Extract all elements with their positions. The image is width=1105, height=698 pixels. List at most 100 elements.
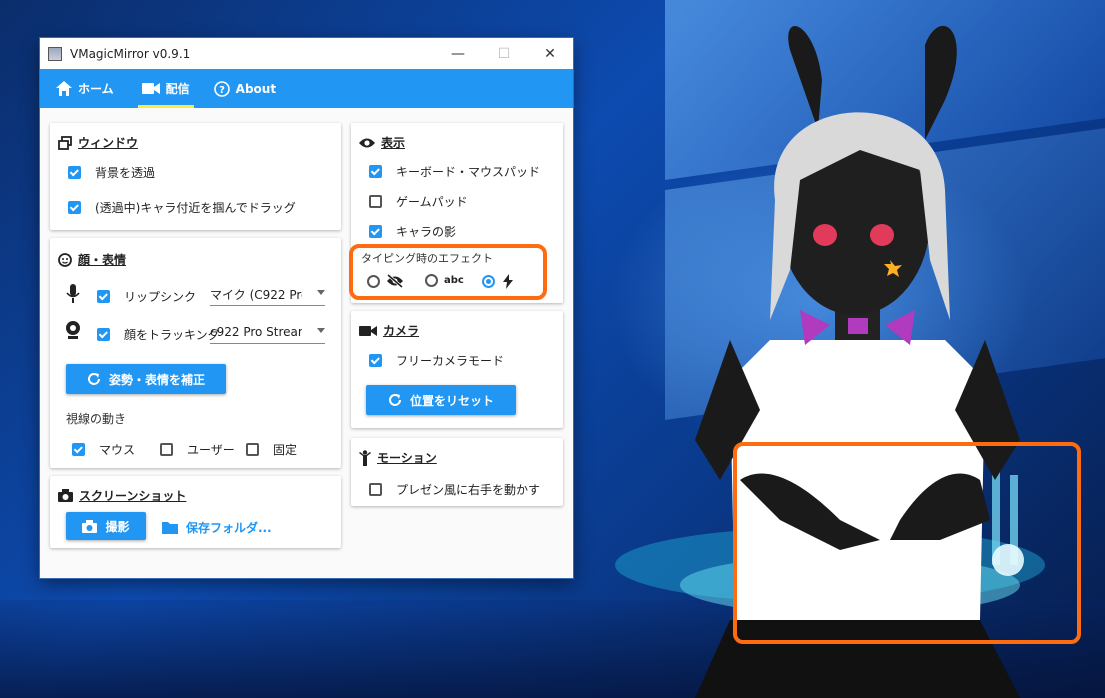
checkbox[interactable]: [369, 225, 382, 238]
checkbox-label: プレゼン風に右手を動かす: [396, 483, 541, 497]
checkbox[interactable]: [369, 195, 382, 208]
window-title: VMagicMirror v0.9.1: [70, 46, 191, 61]
checkbox[interactable]: [97, 290, 110, 303]
person-raise-hand-icon: [359, 449, 371, 466]
card-title: 顔・表情: [78, 253, 127, 267]
card-header: スクリーンショット: [58, 487, 186, 504]
card-title: ウィンドウ: [78, 136, 139, 150]
checkbox-label: ゲームパッド: [396, 195, 468, 209]
checkbox[interactable]: [246, 443, 259, 456]
tab-streaming[interactable]: 配信: [132, 69, 200, 108]
app-window: VMagicMirror v0.9.1 — ☐ ✕ ホーム 配信 ? About…: [40, 38, 573, 578]
calibrate-button[interactable]: 姿勢・表情を補正: [66, 364, 226, 394]
keyboard-mousepad-option[interactable]: キーボード・マウスパッド: [369, 163, 540, 180]
transparent-background-option[interactable]: 背景を透過: [68, 164, 155, 181]
typing-effect-highlight: [349, 244, 547, 300]
refresh-icon: [88, 373, 100, 385]
checkbox-label: (透過中)キャラ付近を掴んでドラッグ: [95, 201, 296, 215]
checkbox[interactable]: [160, 443, 173, 456]
microphone-select[interactable]: マイク (C922 Pro Stream: [210, 283, 325, 306]
card-title: カメラ: [383, 324, 420, 338]
svg-text:?: ?: [219, 85, 225, 96]
maximize-button[interactable]: ☐: [481, 38, 527, 69]
free-camera-option[interactable]: フリーカメラモード: [369, 352, 504, 369]
gaze-mouse-option[interactable]: マウス: [72, 441, 135, 458]
motion-card: モーション プレゼン風に右手を動かす: [351, 438, 563, 506]
button-label: 撮影: [105, 519, 130, 534]
camera-select[interactable]: c922 Pro Stream: [210, 321, 325, 344]
selected-value: c922 Pro Stream: [210, 325, 302, 339]
checkbox-label: 固定: [273, 443, 298, 457]
gamepad-option[interactable]: ゲームパッド: [369, 193, 468, 210]
open-save-folder-link[interactable]: 保存フォルダ...: [162, 519, 272, 536]
button-label: 位置をリセット: [409, 393, 494, 408]
tab-label: ホーム: [78, 82, 114, 96]
take-screenshot-button[interactable]: 撮影: [66, 512, 146, 540]
window-restore-icon: [58, 135, 72, 150]
character-shadow-option[interactable]: キャラの影: [369, 223, 456, 240]
gaze-fixed-option[interactable]: 固定: [246, 441, 297, 458]
presentation-hand-option[interactable]: プレゼン風に右手を動かす: [369, 481, 540, 498]
button-label: 姿勢・表情を補正: [108, 372, 205, 387]
checkbox-label: リップシンク: [124, 290, 197, 304]
checkbox-label: マウス: [99, 443, 136, 457]
card-title: 表示: [381, 136, 406, 150]
card-header: モーション: [359, 449, 437, 466]
reset-position-button[interactable]: 位置をリセット: [366, 385, 516, 415]
checkbox[interactable]: [68, 201, 81, 214]
checkbox[interactable]: [369, 354, 382, 367]
link-label: 保存フォルダ...: [186, 521, 272, 535]
gaze-label: 視線の動き: [66, 412, 127, 426]
chevron-down-icon: [317, 290, 325, 295]
nav-tabs: ホーム 配信 ? About: [40, 69, 573, 108]
microphone-icon: [66, 284, 80, 303]
checkbox[interactable]: [68, 166, 81, 179]
chevron-down-icon: [317, 328, 325, 333]
face-icon: [58, 252, 72, 267]
face-tracking-option[interactable]: 顔をトラッキング: [97, 326, 220, 343]
checkbox-label: ユーザー: [187, 443, 235, 457]
face-expression-card: 顔・表情 リップシンク マイク (C922 Pro Stream 顔をトラッキン…: [50, 238, 341, 468]
home-icon: [56, 81, 72, 96]
checkbox-label: キーボード・マウスパッド: [396, 165, 541, 179]
gaze-user-option[interactable]: ユーザー: [160, 441, 235, 458]
checkbox[interactable]: [369, 483, 382, 496]
folder-icon: [162, 522, 178, 534]
card-header: カメラ: [359, 322, 419, 339]
checkbox-label: 顔をトラッキング: [124, 328, 220, 342]
card-title: スクリーンショット: [79, 489, 187, 503]
help-circle-icon: ?: [213, 80, 230, 97]
tab-home[interactable]: ホーム: [46, 69, 124, 108]
drag-window-option[interactable]: (透過中)キャラ付近を掴んでドラッグ: [68, 199, 296, 216]
card-title: モーション: [377, 451, 437, 465]
title-bar[interactable]: VMagicMirror v0.9.1 — ☐ ✕: [40, 38, 573, 69]
checkbox[interactable]: [72, 443, 85, 456]
minimize-button[interactable]: —: [435, 38, 481, 69]
keyboard-effect-highlight: [733, 442, 1081, 644]
checkbox-label: 背景を透過: [95, 166, 156, 180]
refresh-icon: [389, 394, 401, 406]
video-camera-icon: [359, 325, 377, 336]
lipsync-option[interactable]: リップシンク: [97, 288, 196, 305]
camera-icon: [82, 519, 98, 533]
camera-card: カメラ フリーカメラモード 位置をリセット: [351, 311, 563, 428]
content-area: ウィンドウ 背景を透過 (透過中)キャラ付近を掴んでドラッグ 顔・表情 リップシ…: [40, 108, 573, 578]
checkbox-label: フリーカメラモード: [396, 354, 505, 368]
video-camera-icon: [141, 83, 160, 94]
screenshot-card: スクリーンショット 撮影 保存フォルダ...: [50, 476, 341, 548]
checkbox[interactable]: [97, 328, 110, 341]
card-header: ウィンドウ: [58, 134, 138, 151]
checkbox[interactable]: [369, 165, 382, 178]
window-settings-card: ウィンドウ 背景を透過 (透過中)キャラ付近を掴んでドラッグ: [50, 123, 341, 230]
card-header: 顔・表情: [58, 251, 126, 268]
eye-icon: [359, 138, 375, 147]
camera-icon: [58, 489, 73, 502]
tab-label: 配信: [165, 82, 190, 96]
close-button[interactable]: ✕: [527, 38, 573, 69]
card-header: 表示: [359, 134, 405, 151]
webcam-icon: [66, 321, 80, 339]
tab-label: About: [235, 81, 277, 96]
tab-about[interactable]: ? About: [204, 69, 286, 108]
selected-value: マイク (C922 Pro Stream: [210, 287, 302, 302]
checkbox-label: キャラの影: [396, 225, 457, 239]
